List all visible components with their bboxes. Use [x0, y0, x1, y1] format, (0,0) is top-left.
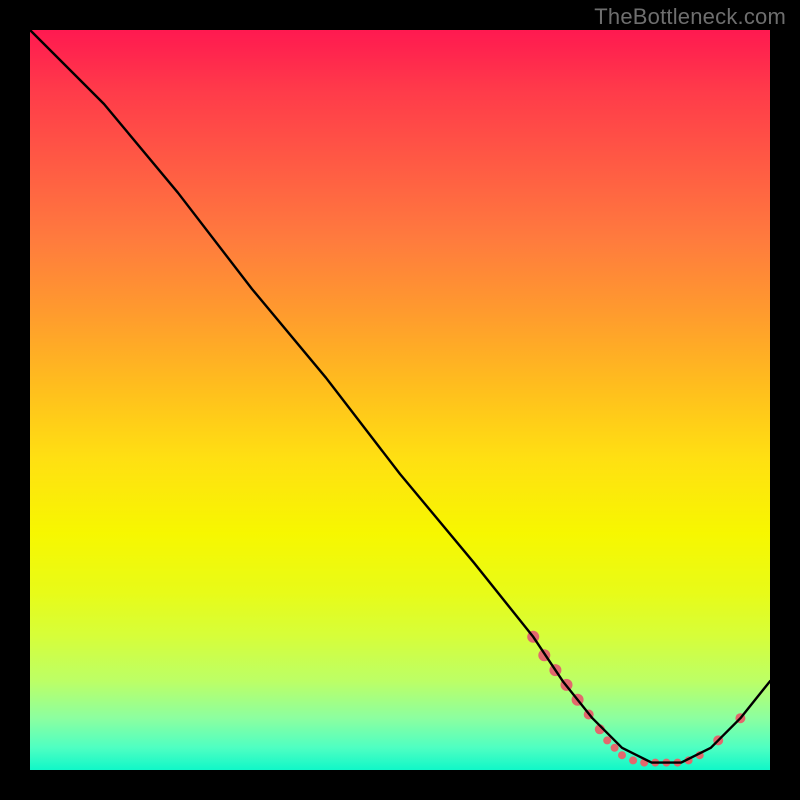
flat-marker — [629, 756, 637, 764]
flat-marker — [618, 751, 626, 759]
flat-marker — [603, 736, 611, 744]
chart-overlay — [30, 30, 770, 770]
chart-frame: TheBottleneck.com — [0, 0, 800, 800]
flat-marker — [611, 744, 619, 752]
watermark-text: TheBottleneck.com — [594, 4, 786, 30]
curve-line — [30, 30, 770, 763]
